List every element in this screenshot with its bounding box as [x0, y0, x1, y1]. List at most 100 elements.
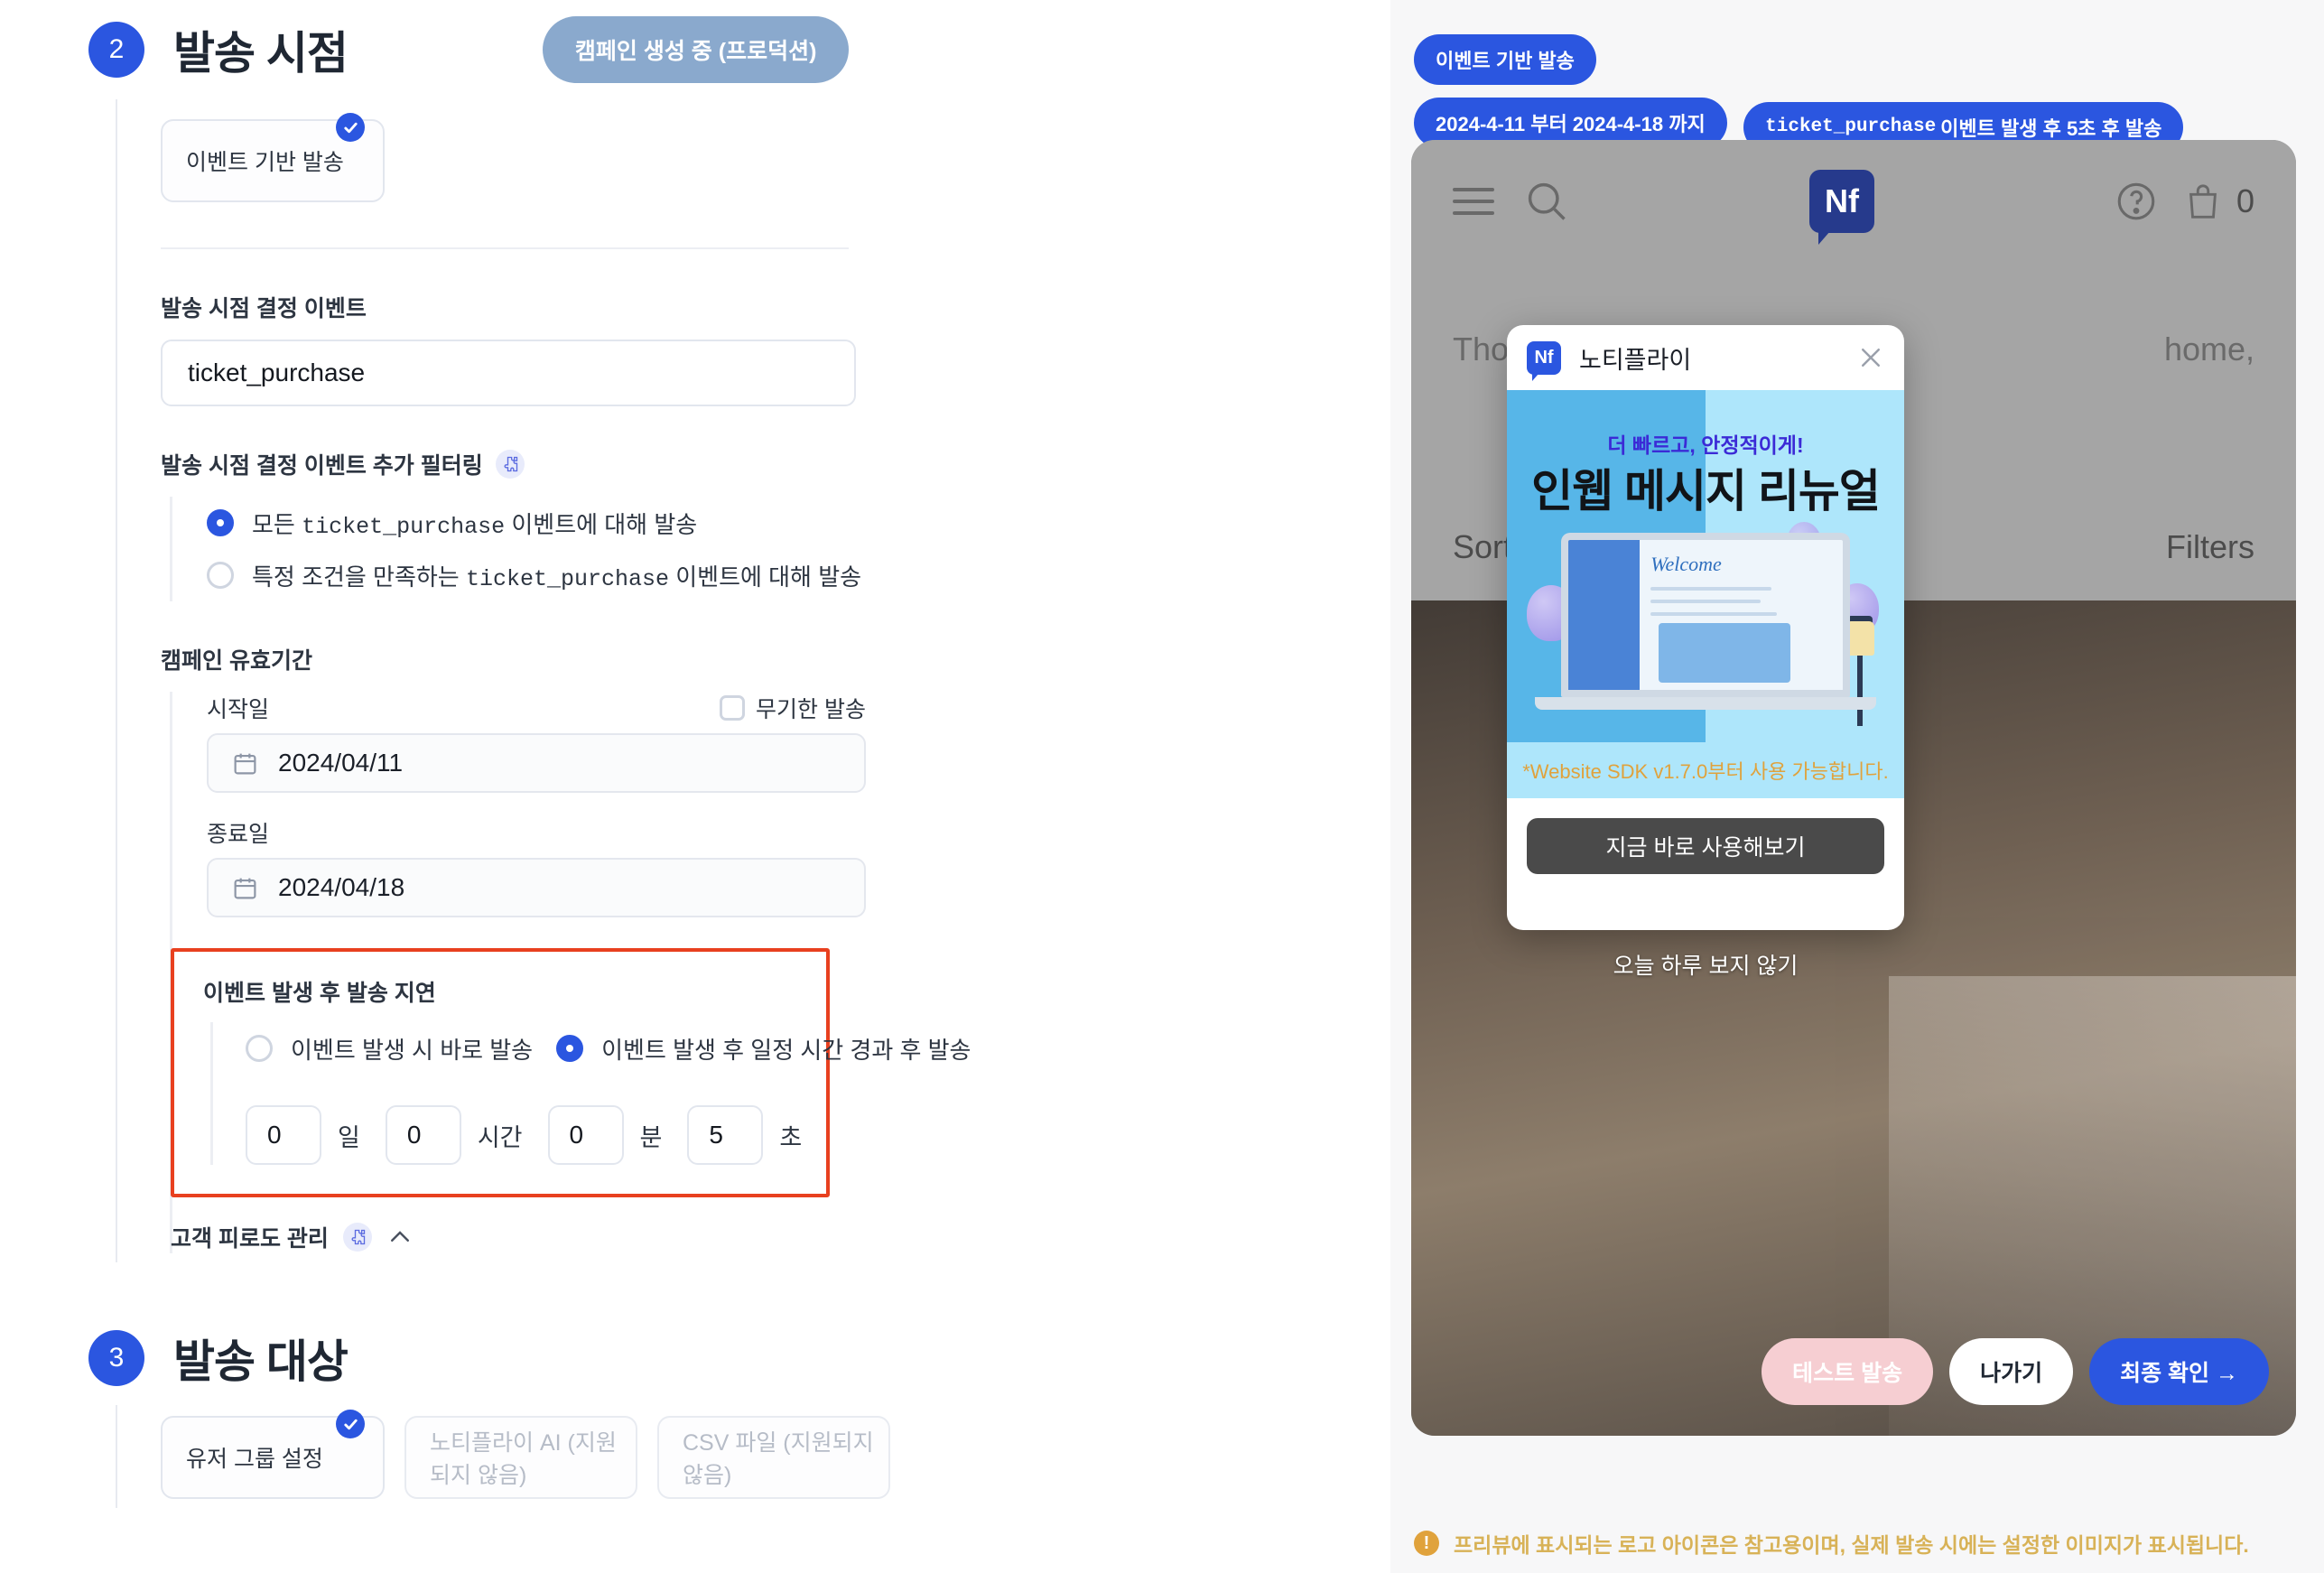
chevron-up-icon[interactable] — [386, 1224, 414, 1251]
menu-icon[interactable] — [1453, 187, 1494, 215]
send-delay-highlight-box: 이벤트 발생 후 발송 지연 이벤트 발생 시 바로 발송 이벤트 발생 후 일… — [171, 948, 971, 1197]
help-icon[interactable] — [2114, 179, 2159, 224]
exit-button[interactable]: 나가기 — [1949, 1338, 2074, 1405]
step-number-badge-2: 2 — [88, 22, 144, 78]
calendar-icon — [234, 878, 256, 898]
trigger-event-label-text: 발송 시점 결정 이벤트 — [161, 296, 367, 321]
radio-icon-selected — [556, 1035, 584, 1062]
audience-card-csv-file[interactable]: CSV 파일 (지원되지 않음) — [657, 1416, 890, 1499]
warning-icon: ! — [1414, 1531, 1439, 1556]
step-number-badge-3: 3 — [88, 1330, 144, 1386]
delay-minutes-input[interactable]: 0 — [547, 1105, 624, 1165]
radio-send-immediately[interactable]: 이벤트 발생 시 바로 발송 — [246, 1022, 533, 1075]
close-icon[interactable] — [1857, 344, 1884, 371]
send-type-card-label: 이벤트 기반 발송 — [186, 150, 344, 175]
end-date-label: 종료일 — [207, 822, 270, 847]
delay-days-unit: 일 — [338, 1123, 360, 1151]
send-delay-radio-group: 이벤트 발생 시 바로 발송 이벤트 발생 후 일정 시간 경과 후 발송 — [246, 1022, 971, 1075]
check-icon — [336, 1410, 365, 1438]
puzzle-piece-icon — [342, 1223, 372, 1252]
event-filter-label-text: 발송 시점 결정 이벤트 추가 필터링 — [161, 453, 483, 479]
delay-minutes-unit: 분 — [639, 1123, 663, 1151]
delay-days-value: 0 — [267, 1121, 282, 1149]
trigger-event-label: 발송 시점 결정 이벤트 — [161, 291, 1390, 323]
radio-prefix: 모든 — [252, 510, 302, 538]
laptop-base — [1535, 697, 1876, 710]
validity-period-fields: 시작일 무기한 발송 2024/04/11 종료일 2024/04/18 이벤트… — [170, 692, 1390, 1253]
preview-tag-event-name: ticket_purchase — [1765, 116, 1937, 137]
delay-seconds-input[interactable]: 5 — [687, 1105, 764, 1165]
unlimited-send-checkbox-row[interactable]: 무기한 발송 — [720, 692, 866, 724]
send-type-card-event-based[interactable]: 이벤트 기반 발송 — [161, 113, 385, 202]
in-app-message-cta-button[interactable]: 지금 바로 사용해보기 — [1527, 818, 1884, 874]
radio-icon-unselected — [207, 562, 234, 589]
radio-conditional-events[interactable]: 특정 조건을 만족하는 ticket_purchase 이벤트에 대해 발송 — [207, 549, 1390, 601]
banner-subtitle: 더 빠르고, 안정적이게! — [1607, 433, 1804, 457]
site-hero-text-right: home, — [2163, 330, 2254, 368]
banner-headline: 인웹 메시지 리뉴얼 — [1531, 466, 1881, 517]
unlimited-send-label: 무기한 발송 — [756, 697, 866, 722]
final-confirm-button[interactable]: 최종 확인 → — [2089, 1338, 2269, 1405]
radio-icon-unselected — [246, 1035, 273, 1062]
campaign-editor-pane: 2 발송 시점 캠페인 생성 중 (프로덕션) 이벤트 기반 발송 발송 시점 … — [0, 0, 1390, 1573]
start-date-label: 시작일 — [207, 697, 270, 722]
delay-seconds-unit: 초 — [779, 1123, 803, 1151]
laptop-illustration: Welcome — [1535, 533, 1876, 710]
end-date-input[interactable]: 2024/04/18 — [207, 858, 866, 917]
lamp-decoration — [1845, 621, 1874, 726]
check-icon — [336, 113, 365, 142]
laptop-inner-card — [1659, 623, 1791, 683]
sort-label: Sort — [1453, 528, 1513, 565]
validity-period-label-text: 캠페인 유효기간 — [161, 648, 312, 674]
in-app-message-header: Nf 노티플라이 — [1507, 325, 1904, 390]
start-date-value: 2024/04/11 — [278, 749, 404, 777]
laptop-screen: Welcome — [1561, 533, 1850, 697]
end-date-label-row: 종료일 — [207, 816, 866, 849]
divider — [161, 247, 849, 249]
start-date-block: 시작일 무기한 발송 2024/04/11 — [207, 692, 1390, 793]
audience-card-label: 노티플라이 AI (지원되지 않음) — [430, 1430, 617, 1488]
radio-all-events-label: 모든 ticket_purchase 이벤트에 대해 발송 — [252, 507, 697, 540]
send-type-card-row: 이벤트 기반 발송 — [161, 113, 1390, 202]
app-root: 2 발송 시점 캠페인 생성 중 (프로덕션) 이벤트 기반 발송 발송 시점 … — [0, 0, 2324, 1573]
notifly-logo-icon: Nf — [1527, 340, 1561, 381]
audience-card-label: 유저 그룹 설정 — [186, 1447, 323, 1472]
audience-card-user-group[interactable]: 유저 그룹 설정 — [161, 1410, 385, 1499]
delay-minutes-value: 0 — [569, 1121, 584, 1149]
event-filter-options: 모든 ticket_purchase 이벤트에 대해 발송 특정 조건을 만족하… — [170, 497, 1390, 601]
in-app-message-modal: Nf 노티플라이 더 빠르고, 안정적이게! 인웹 메시지 리뉴얼 Welcom… — [1507, 325, 1904, 930]
section-3-body: 유저 그룹 설정 노티플라이 AI (지원되지 않음) CSV 파일 (지원되지… — [116, 1405, 1390, 1508]
in-app-message-note: *Website SDK v1.7.0부터 사용 가능합니다. — [1507, 742, 1904, 798]
radio-all-events[interactable]: 모든 ticket_purchase 이벤트에 대해 발송 — [207, 497, 1390, 549]
section-2-header: 2 발송 시점 캠페인 생성 중 (프로덕션) — [0, 0, 1390, 99]
fatigue-management-row[interactable]: 고객 피로도 관리 — [171, 1221, 1390, 1253]
shopping-bag-icon[interactable] — [2182, 181, 2224, 222]
site-topbar: Nf 0 — [1411, 140, 2296, 262]
preview-tag-delay-text: 이벤트 발생 후 5초 후 발송 — [1940, 116, 2162, 140]
start-date-input[interactable]: 2024/04/11 — [207, 733, 866, 793]
radio-suffix: 이벤트에 대해 발송 — [669, 563, 862, 591]
trigger-event-input[interactable]: ticket_purchase — [161, 340, 856, 406]
test-send-button[interactable]: 테스트 발송 — [1762, 1338, 1934, 1405]
laptop-sidebar — [1568, 540, 1641, 690]
radio-conditional-events-label: 특정 조건을 만족하는 ticket_purchase 이벤트에 대해 발송 — [252, 559, 861, 592]
in-app-message-dismiss-link[interactable]: 오늘 하루 보지 않기 — [1507, 948, 1904, 981]
filters-control[interactable]: Filters — [2166, 528, 2254, 566]
delay-days-input[interactable]: 0 — [246, 1105, 321, 1165]
section-3-title: 발송 대상 — [173, 1336, 349, 1387]
in-app-message-title: 노티플라이 — [1579, 346, 1692, 374]
radio-send-after-delay[interactable]: 이벤트 발생 후 일정 시간 경과 후 발송 — [556, 1022, 971, 1075]
audience-card-notifly-ai[interactable]: 노티플라이 AI (지원되지 않음) — [404, 1416, 637, 1499]
delay-hours-input[interactable]: 0 — [385, 1105, 461, 1165]
search-icon[interactable] — [1523, 178, 1570, 225]
notifly-logo-icon: Nf — [1808, 169, 1874, 245]
delay-hours-unit: 시간 — [477, 1123, 523, 1151]
status-badge: 캠페인 생성 중 (프로덕션) — [542, 16, 850, 83]
phone-preview-frame: Nf 0 Thoug home, Sort Filters Nf 노티플라이 더… — [1411, 140, 2296, 1436]
radio-suffix: 이벤트에 대해 발송 — [505, 510, 698, 538]
delay-duration-inputs: 0 일 0 시간 0 분 5 초 — [246, 1105, 826, 1165]
radio-event-name: ticket_purchase — [302, 513, 506, 540]
delay-seconds-value: 5 — [709, 1121, 723, 1149]
campaign-preview-pane: 이벤트 기반 발송 2024-4-11 부터 2024-4-18 까지 tick… — [1390, 0, 2324, 1573]
section-2-title: 발송 시점 — [173, 28, 349, 79]
